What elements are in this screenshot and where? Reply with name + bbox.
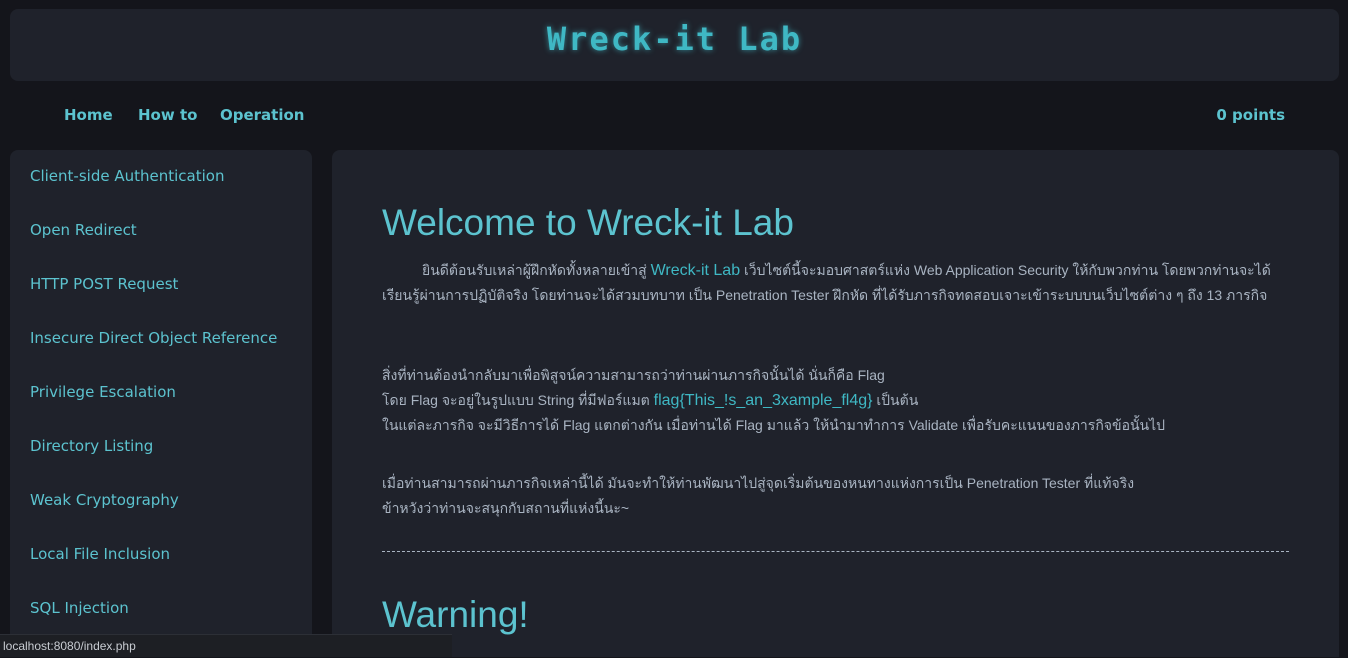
flag-line-2-a: โดย Flag จะอยู่ในรูปแบบ String ที่มีฟอร์…	[382, 392, 654, 408]
sidebar: Client-side Authentication Open Redirect…	[10, 150, 312, 657]
warning-heading: Warning!	[382, 594, 529, 635]
nav-home-link[interactable]: Home	[64, 106, 113, 124]
welcome-heading: Welcome to Wreck-it Lab	[382, 202, 794, 243]
sidebar-item-weak-crypto[interactable]: Weak Cryptography	[30, 491, 179, 509]
flag-line-1: สิ่งที่ท่านต้องนำกลับมาเพื่อพิสูจน์ความส…	[382, 367, 885, 383]
flag-line-2-b: เป็นต้น	[872, 392, 919, 408]
sidebar-item-http-post[interactable]: HTTP POST Request	[30, 275, 178, 293]
flag-example: flag{This_!s_an_3xample_fl4g}	[653, 392, 873, 409]
flag-line-3: ในแต่ละภารกิจ จะมีวิธีการได้ Flag แตกต่า…	[382, 417, 1166, 433]
sidebar-item-idor[interactable]: Insecure Direct Object Reference	[30, 329, 277, 347]
main-content: Welcome to Wreck-it Lab ยินดีต้อนรับเหล่…	[332, 150, 1339, 657]
intro-text-a: ยินดีต้อนรับเหล่าผู้ฝึกหัดทั้งหลายเข้าสู…	[422, 262, 651, 278]
sidebar-item-privilege-escalation[interactable]: Privilege Escalation	[30, 383, 176, 401]
intro-paragraph: ยินดีต้อนรับเหล่าผู้ฝึกหัดทั้งหลายเข้าสู…	[382, 258, 1282, 308]
flag-paragraph: สิ่งที่ท่านต้องนำกลับมาเพื่อพิสูจน์ความส…	[382, 363, 1282, 438]
sidebar-item-directory-listing[interactable]: Directory Listing	[30, 437, 153, 455]
sidebar-item-lfi[interactable]: Local File Inclusion	[30, 545, 170, 563]
browser-status-bar: localhost:8080/index.php	[0, 634, 452, 657]
top-nav: Home How to Operation 0 points	[0, 100, 1348, 132]
site-header: Wreck-it Lab	[10, 9, 1339, 81]
nav-howto-link[interactable]: How to	[138, 106, 197, 124]
points-display: 0 points	[1216, 106, 1285, 124]
flag-line-2: โดย Flag จะอยู่ในรูปแบบ String ที่มีฟอร์…	[382, 388, 1282, 413]
site-title: Wreck-it Lab	[546, 20, 803, 58]
closing-line-1: เมื่อท่านสามารถผ่านภารกิจเหล่านี้ได้ มัน…	[382, 475, 1135, 491]
closing-line-2: ข้าหวังว่าท่านจะสนุกกับสถานที่แห่งนี้นะ~	[382, 500, 630, 516]
nav-operation-link[interactable]: Operation	[220, 106, 304, 124]
closing-paragraph: เมื่อท่านสามารถผ่านภารกิจเหล่านี้ได้ มัน…	[382, 471, 1282, 521]
sidebar-item-open-redirect[interactable]: Open Redirect	[30, 221, 137, 239]
lab-name-highlight: Wreck-it Lab	[650, 262, 741, 279]
sidebar-item-sql-injection[interactable]: SQL Injection	[30, 599, 129, 617]
section-divider	[382, 551, 1289, 552]
sidebar-item-client-side-auth[interactable]: Client-side Authentication	[30, 167, 224, 185]
